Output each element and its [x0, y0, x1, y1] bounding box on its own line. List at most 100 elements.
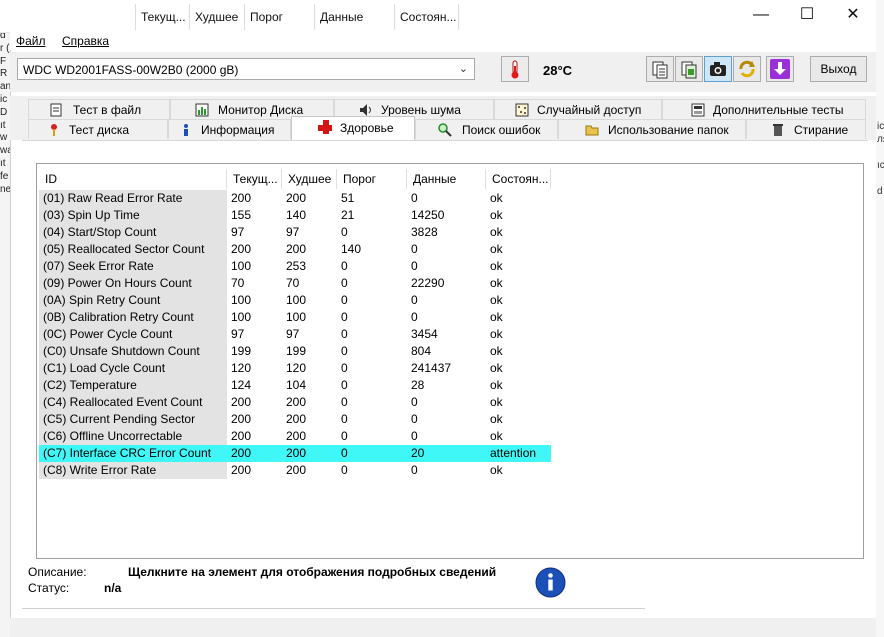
- table-row[interactable]: (C0) Unsafe Shutdown Count 199 199 0 804 ok: [39, 343, 551, 360]
- column-header-threshold[interactable]: Порог: [337, 169, 407, 189]
- table-row[interactable]: (C5) Current Pending Sector 200 200 0 0 ok: [39, 411, 551, 428]
- cell-threshold: 0: [341, 225, 348, 239]
- cell-data: 0: [411, 191, 418, 205]
- cell-worst: 200: [286, 446, 307, 460]
- column-header-current[interactable]: Текущ...: [227, 169, 282, 189]
- column-header-worst[interactable]: Худшее: [282, 169, 337, 189]
- bg-right-fragment: [877, 172, 884, 185]
- cell-worst: 100: [286, 293, 307, 307]
- menu-file[interactable]: Файл: [16, 34, 46, 48]
- cell-current: 100: [231, 259, 252, 273]
- cell-current: 200: [231, 395, 252, 409]
- cell-status: ok: [490, 395, 503, 409]
- tab-random-access[interactable]: Случайный доступ: [494, 99, 662, 119]
- bg-left-fragment: F: [0, 55, 7, 67]
- column-header-id[interactable]: ID: [39, 169, 227, 189]
- bg-col-current: Текущ...: [141, 10, 186, 24]
- drive-select[interactable]: WDC WD2001FASS-00W2B0 (2000 gB) ⌄: [17, 58, 475, 80]
- tab-error-scan[interactable]: Поиск ошибок: [415, 119, 558, 139]
- bg-right-fragment: ля: [877, 134, 884, 145]
- table-row[interactable]: (0C) Power Cycle Count 97 97 0 3454 ok: [39, 326, 551, 343]
- cell-data: 0: [411, 293, 418, 307]
- cell-data: 28: [411, 378, 425, 392]
- bg-right-fragment: ıc: [877, 160, 884, 171]
- cell-status: ok: [490, 344, 503, 358]
- tab-erase[interactable]: Стирание: [746, 119, 866, 139]
- cell-data: 0: [411, 429, 418, 443]
- cell-current: 199: [231, 344, 252, 358]
- tab-folder-usage[interactable]: Использование папок: [558, 119, 746, 139]
- table-row[interactable]: (05) Reallocated Sector Count 200 200 140 0 o…: [39, 241, 551, 258]
- table-row[interactable]: (C4) Reallocated Event Count 200 200 0 0 ok: [39, 394, 551, 411]
- minimize-button[interactable]: —: [738, 4, 784, 26]
- cell-worst: 200: [286, 429, 307, 443]
- column-header-status[interactable]: Состоян...: [486, 169, 551, 189]
- copy-image-button[interactable]: [675, 56, 703, 82]
- tab-file-test[interactable]: Тест в файл: [28, 99, 170, 119]
- thermometer-button[interactable]: [501, 56, 529, 82]
- copy-text-button[interactable]: [646, 56, 674, 82]
- exit-button[interactable]: Выход: [810, 56, 867, 82]
- cell-status: ok: [490, 429, 503, 443]
- cell-id: (C1) Load Cycle Count: [39, 360, 227, 377]
- cell-data: 0: [411, 259, 418, 273]
- tab-disk-test[interactable]: Тест диска: [28, 119, 168, 139]
- cell-threshold: 0: [341, 395, 348, 409]
- table-row[interactable]: (0A) Spin Retry Count 100 100 0 0 ok: [39, 292, 551, 309]
- tab-health[interactable]: Здоровье: [291, 116, 415, 140]
- tab-folder-usage-label: Использование папок: [608, 123, 729, 137]
- table-row[interactable]: (07) Seek Error Rate 100 253 0 0 ok: [39, 258, 551, 275]
- cell-threshold: 0: [341, 361, 348, 375]
- close-button[interactable]: ✕: [830, 4, 876, 26]
- status-value: n/a: [104, 581, 122, 595]
- cell-status: ok: [490, 412, 503, 426]
- cell-status: ok: [490, 259, 503, 273]
- menu-help[interactable]: Справка: [62, 34, 109, 48]
- cell-id: (0C) Power Cycle Count: [39, 326, 227, 343]
- table-row[interactable]: (01) Raw Read Error Rate 200 200 51 0 ok: [39, 190, 551, 207]
- maximize-button[interactable]: ☐: [784, 4, 830, 26]
- tab-extra-tests[interactable]: Дополнительные тесты: [662, 99, 866, 119]
- info-icon[interactable]: [535, 567, 566, 598]
- smart-attributes-table[interactable]: ID Текущ... Худшее Порог Данные Состоян.…: [36, 163, 864, 559]
- cell-id: (C5) Current Pending Sector: [39, 411, 227, 428]
- bg-left-fragment: R: [0, 68, 8, 80]
- background-column-header-bar: Текущ... Худшее Порог Данные Состоян...: [0, 0, 650, 33]
- cell-data: 0: [411, 310, 418, 324]
- table-row[interactable]: (03) Spin Up Time 155 140 21 14250 ok: [39, 207, 551, 224]
- cell-status: ok: [490, 310, 503, 324]
- cell-current: 200: [231, 429, 252, 443]
- health-cross-icon: [318, 120, 332, 134]
- tab-info[interactable]: Информация: [168, 119, 291, 139]
- refresh-icon: [739, 60, 755, 78]
- table-row[interactable]: (C8) Write Error Rate 200 200 0 0 ok: [39, 462, 551, 479]
- bg-left-fragment: w: [0, 132, 8, 144]
- cell-data: 0: [411, 463, 418, 477]
- table-row[interactable]: (04) Start/Stop Count 97 97 0 3828 ok: [39, 224, 551, 241]
- cell-id: (C8) Write Error Rate: [39, 462, 227, 479]
- cell-data: 0: [411, 242, 418, 256]
- refresh-button[interactable]: [733, 56, 761, 82]
- cell-worst: 140: [286, 208, 307, 222]
- cell-threshold: 0: [341, 293, 348, 307]
- cell-data: 14250: [411, 208, 445, 222]
- cell-worst: 70: [286, 276, 300, 290]
- table-row[interactable]: (C2) Temperature 124 104 0 28 ok: [39, 377, 551, 394]
- cell-id: (0A) Spin Retry Count: [39, 292, 227, 309]
- cell-id: (C7) Interface CRC Error Count: [43, 446, 212, 460]
- cell-worst: 100: [286, 310, 307, 324]
- cell-id: (0B) Calibration Retry Count: [39, 309, 227, 326]
- table-row[interactable]: (C6) Offline Uncorrectable 200 200 0 0 ok: [39, 428, 551, 445]
- column-header-data[interactable]: Данные: [407, 169, 486, 189]
- cell-current: 97: [231, 225, 245, 239]
- screenshot-button[interactable]: [704, 56, 732, 82]
- cell-current: 200: [231, 412, 252, 426]
- cell-id: (C4) Reallocated Event Count: [39, 394, 227, 411]
- table-row[interactable]: (C1) Load Cycle Count 120 120 0 241437 ok: [39, 360, 551, 377]
- table-row[interactable]: (0B) Calibration Retry Count 100 100 0 0 ok: [39, 309, 551, 326]
- table-row[interactable]: (C7) Interface CRC Error Count 200 200 0 20 a…: [39, 445, 551, 462]
- cell-worst: 253: [286, 259, 307, 273]
- save-button[interactable]: [766, 56, 794, 82]
- disk-monitor-icon: [195, 103, 209, 117]
- table-row[interactable]: (09) Power On Hours Count 70 70 0 22290 ok: [39, 275, 551, 292]
